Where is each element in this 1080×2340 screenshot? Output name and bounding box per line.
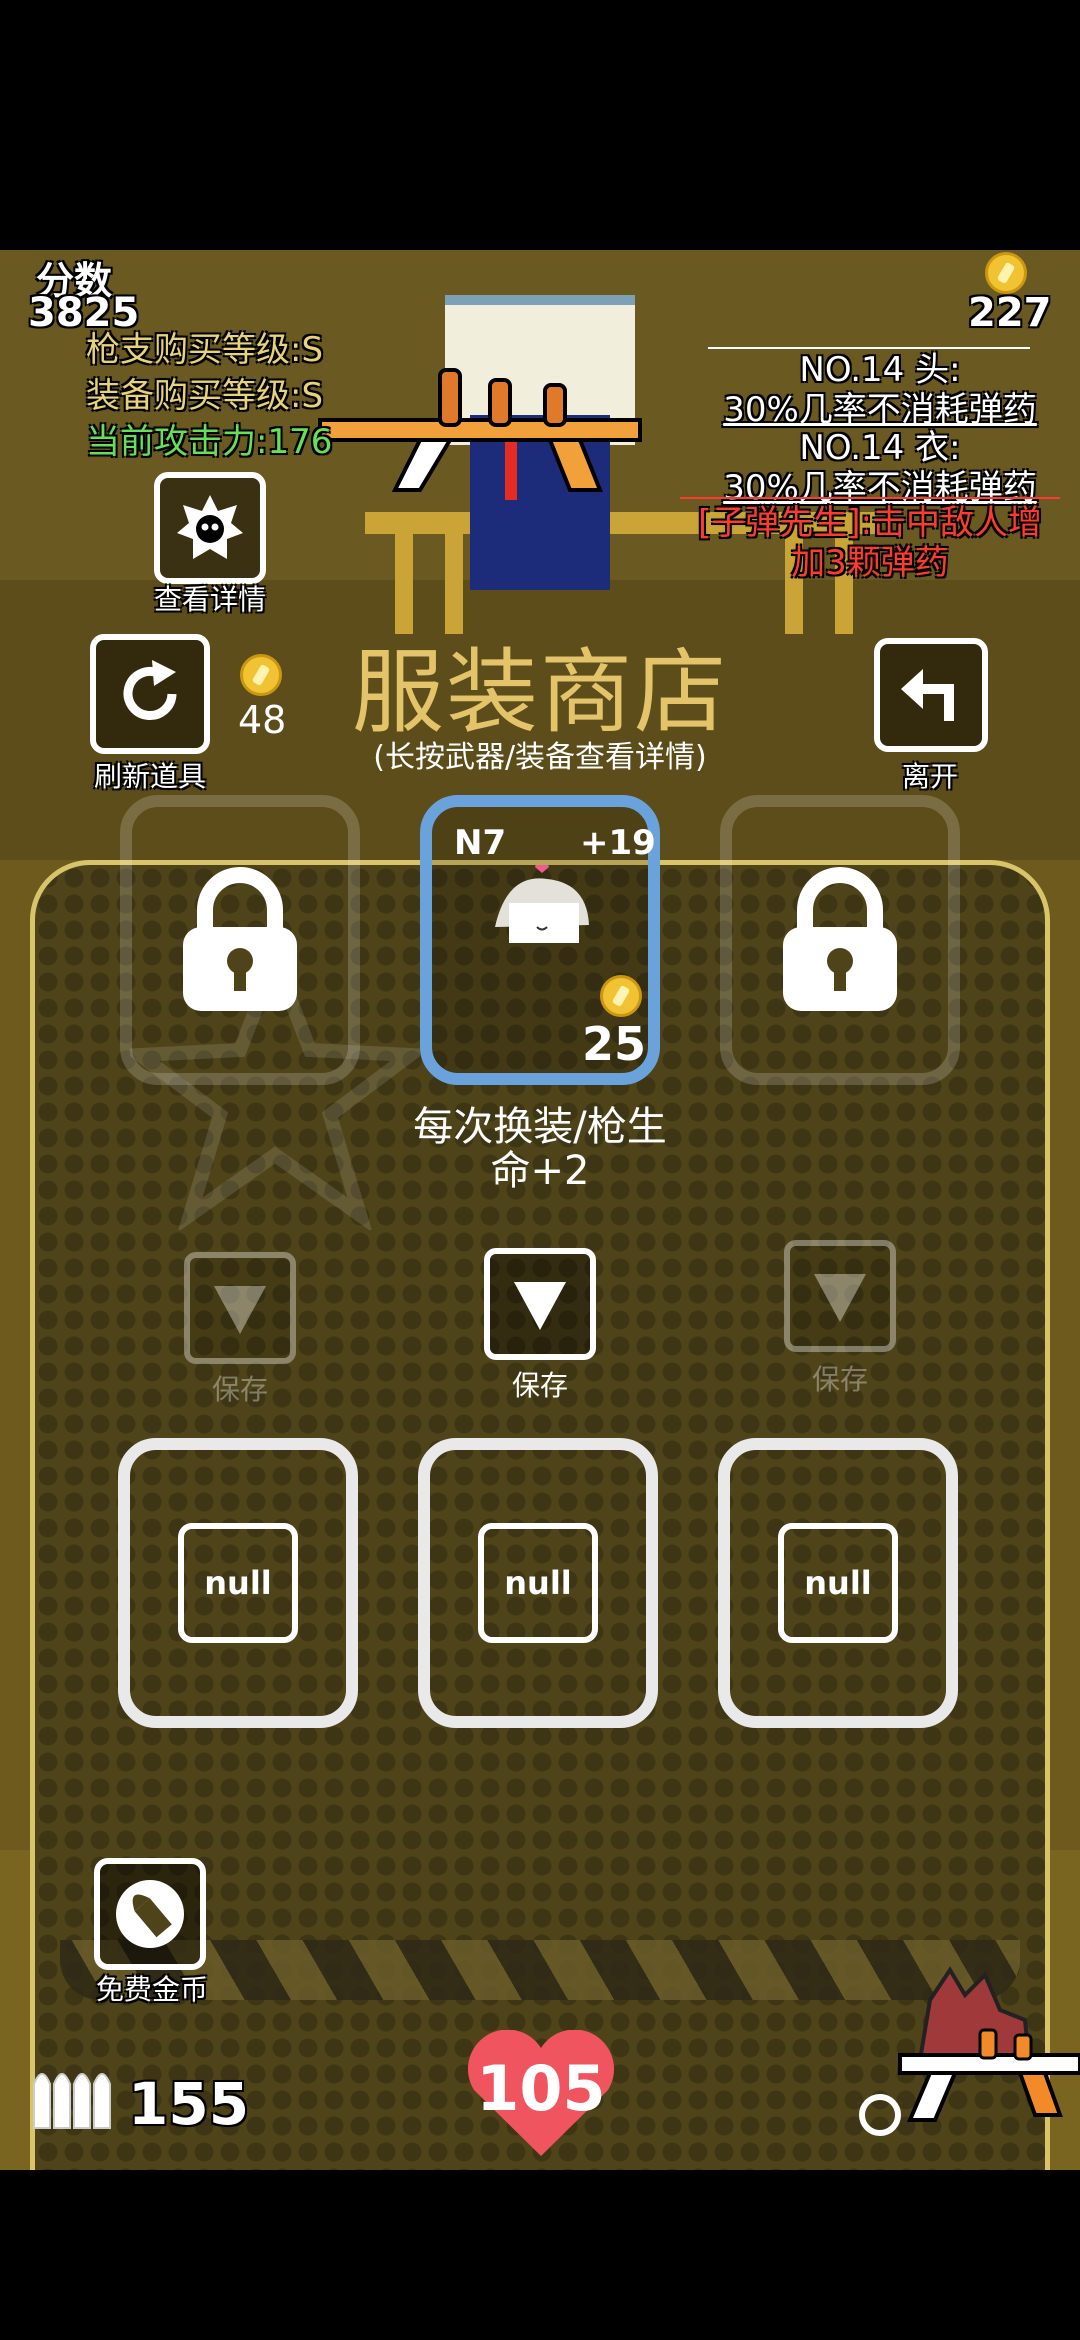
exit-label: 离开 <box>901 760 958 793</box>
item-desc-line-1: 每次换装/枪生 <box>413 1104 667 1150</box>
effect-1-title: NO.14 头: <box>799 350 961 390</box>
lock-icon <box>183 867 297 1011</box>
item-price: 25 <box>582 1017 647 1071</box>
null-icon: null <box>478 1523 598 1643</box>
gun-level: 枪支购买等级:S <box>86 330 324 370</box>
item-desc-line-2: 命+2 <box>490 1148 590 1194</box>
shop-subtitle: (长按武器/装备查看详情) <box>373 740 707 775</box>
hat-item-icon <box>495 865 589 943</box>
equip-slot-3[interactable]: null <box>718 1438 958 1728</box>
locked-slot-left[interactable] <box>120 795 360 1085</box>
down-arrow-icon <box>214 1286 266 1334</box>
refresh-label: 刷新道具 <box>93 760 206 793</box>
effect-2-title: NO.14 衣: <box>799 428 961 468</box>
down-arrow-icon <box>814 1274 866 1322</box>
ammo-count: 155 <box>128 2070 250 2138</box>
null-icon: null <box>178 1523 298 1643</box>
down-arrow-icon <box>514 1282 566 1330</box>
refresh-coin-icon <box>240 654 282 700</box>
bullets-icon <box>33 2073 111 2129</box>
save-button-right[interactable] <box>784 1240 896 1352</box>
refresh-cost: 48 <box>238 698 287 742</box>
skull-badge-icon <box>177 495 243 559</box>
bonus-line-2: 加3颗弹药 <box>791 543 949 583</box>
equip-slot-1[interactable]: null <box>118 1438 358 1728</box>
free-coins-button[interactable] <box>94 1858 206 1970</box>
lock-icon <box>783 867 897 1011</box>
coin-count: 227 <box>968 290 1052 336</box>
attack-power: 当前攻击力:176 <box>86 422 333 462</box>
item-description: 每次换装/枪生 命+2 <box>340 1105 740 1193</box>
bonus-line-1: [子弹先生]:击中敌人增 <box>698 503 1042 543</box>
back-arrow-icon <box>901 669 954 721</box>
equip-slot-2[interactable]: null <box>418 1438 658 1728</box>
effect-1: NO.14 头: 30%几率不消耗弹药 <box>680 350 1080 430</box>
bonus-divider <box>680 497 1060 499</box>
save-label-right: 保存 <box>811 1363 868 1396</box>
item-bonus: +19 <box>580 823 656 863</box>
bullet-coin-icon <box>116 1880 184 1948</box>
effects-divider <box>708 347 1030 349</box>
item-coin-icon <box>600 975 642 1021</box>
save-button-center[interactable] <box>484 1248 596 1360</box>
shop-item-slot[interactable]: N7 +19 25 <box>420 795 660 1085</box>
effect-2: NO.14 衣: 30%几率不消耗弹药 <box>680 428 1080 508</box>
save-label-center: 保存 <box>511 1369 568 1402</box>
equip-level: 装备购买等级:S <box>86 376 324 416</box>
player-character <box>859 1966 1080 2136</box>
exit-button[interactable] <box>874 638 988 752</box>
enemy-gun <box>318 368 642 492</box>
locked-slot-right[interactable] <box>720 795 960 1085</box>
refresh-icon <box>123 660 177 720</box>
save-button-left[interactable] <box>184 1252 296 1364</box>
effect-1-desc: 30%几率不消耗弹药 <box>723 390 1037 430</box>
null-icon: null <box>778 1523 898 1643</box>
save-label-left: 保存 <box>211 1373 268 1406</box>
bonus-text: [子弹先生]:击中敌人增 加3颗弹药 <box>660 503 1080 583</box>
health-value: 105 <box>476 2052 606 2125</box>
refresh-items-button[interactable] <box>90 634 210 754</box>
view-details-label: 查看详情 <box>153 583 266 616</box>
free-coins-label: 免费金币 <box>95 1973 208 2006</box>
game-screen: 分数 3825 枪支购买等级:S 装备购买等级:S 当前攻击力:176 227 … <box>0 250 1080 2170</box>
effect-2-desc: 30%几率不消耗弹药 <box>723 468 1037 508</box>
view-details-button[interactable] <box>154 472 266 584</box>
item-id: N7 <box>454 823 507 863</box>
